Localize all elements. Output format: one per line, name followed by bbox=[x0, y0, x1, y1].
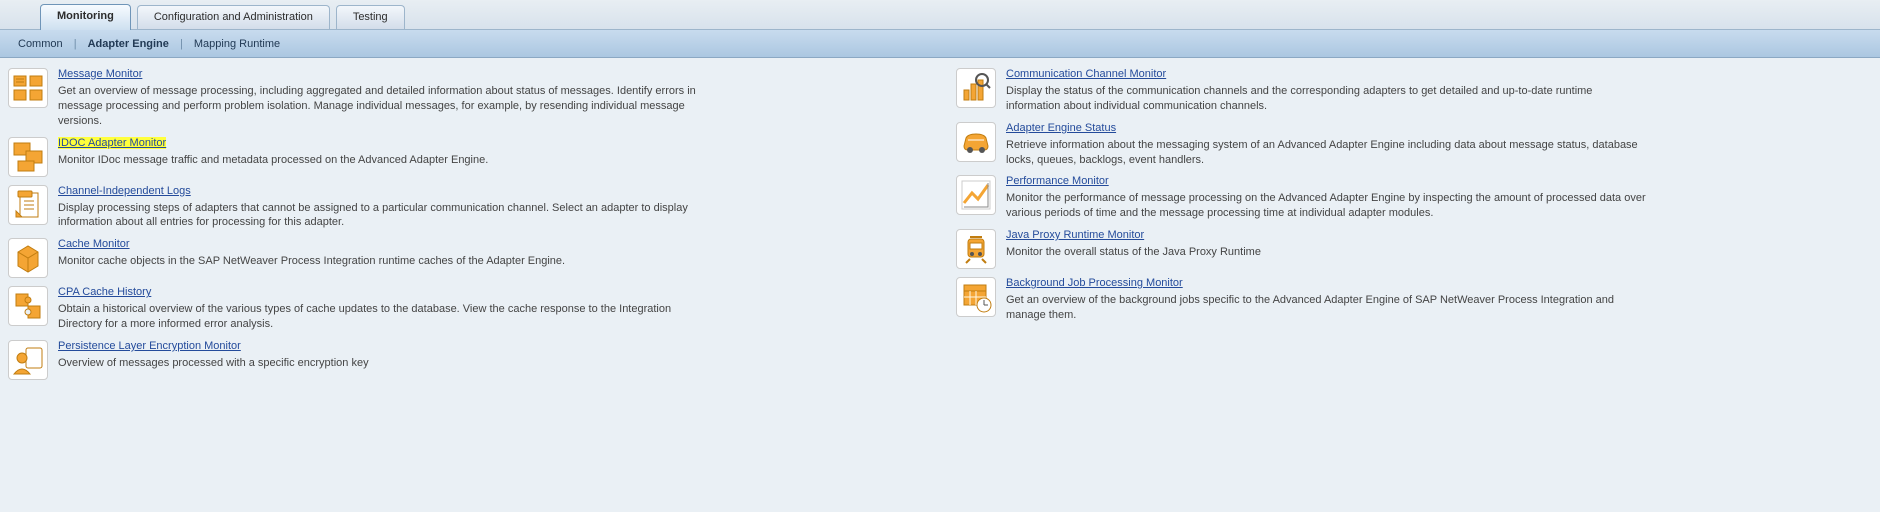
divider: | bbox=[180, 38, 183, 50]
linechart-icon bbox=[956, 175, 996, 215]
tab-config-admin[interactable]: Configuration and Administration bbox=[137, 5, 330, 29]
entry-description: Retrieve information about the messaging… bbox=[1006, 138, 1646, 168]
monitor-entry: Message Monitor Get an overview of messag… bbox=[8, 68, 924, 129]
entry-description: Monitor cache objects in the SAP NetWeav… bbox=[58, 254, 698, 269]
entry-body: CPA Cache History Obtain a historical ove… bbox=[58, 286, 924, 332]
subtab-common[interactable]: Common bbox=[14, 38, 67, 50]
monitor-entry: Persistence Layer Encryption Monitor Over… bbox=[8, 340, 924, 380]
monitor-entry: IDOC Adapter Monitor Monitor IDoc message… bbox=[8, 137, 924, 177]
message-monitor-icon bbox=[8, 68, 48, 108]
entry-link[interactable]: Persistence Layer Encryption Monitor bbox=[58, 340, 241, 352]
entry-link[interactable]: Performance Monitor bbox=[1006, 175, 1109, 187]
entry-body: Background Job Processing Monitor Get an … bbox=[1006, 277, 1872, 323]
monitor-entry: CPA Cache History Obtain a historical ove… bbox=[8, 286, 924, 332]
monitor-entry: Java Proxy Runtime Monitor Monitor the ov… bbox=[956, 229, 1872, 269]
entry-description: Get an overview of the background jobs s… bbox=[1006, 293, 1646, 323]
sub-nav-bar: Common | Adapter Engine | Mapping Runtim… bbox=[0, 30, 1880, 58]
entry-description: Obtain a historical overview of the vari… bbox=[58, 302, 698, 332]
puzzle-icon bbox=[8, 286, 48, 326]
monitor-entry: Channel-Independent Logs Display processi… bbox=[8, 185, 924, 231]
entry-body: Adapter Engine Status Retrieve informatio… bbox=[1006, 122, 1872, 168]
entry-body: Performance Monitor Monitor the performan… bbox=[1006, 175, 1872, 221]
person-badge-icon bbox=[8, 340, 48, 380]
entry-description: Get an overview of message processing, i… bbox=[58, 84, 698, 129]
subtab-adapter-engine[interactable]: Adapter Engine bbox=[84, 38, 173, 50]
entry-link[interactable]: Message Monitor bbox=[58, 68, 142, 80]
monitor-entry: Background Job Processing Monitor Get an … bbox=[956, 277, 1872, 323]
entry-link[interactable]: IDOC Adapter Monitor bbox=[58, 137, 166, 149]
monitor-entry: Performance Monitor Monitor the performan… bbox=[956, 175, 1872, 221]
tab-testing[interactable]: Testing bbox=[336, 5, 405, 29]
entry-link[interactable]: Channel-Independent Logs bbox=[58, 185, 191, 197]
entry-body: Persistence Layer Encryption Monitor Over… bbox=[58, 340, 924, 380]
entry-body: Java Proxy Runtime Monitor Monitor the ov… bbox=[1006, 229, 1872, 269]
idoc-monitor-icon bbox=[8, 137, 48, 177]
entry-body: IDOC Adapter Monitor Monitor IDoc message… bbox=[58, 137, 924, 177]
tab-monitoring[interactable]: Monitoring bbox=[40, 4, 131, 30]
monitor-entry: Communication Channel Monitor Display the… bbox=[956, 68, 1872, 114]
right-column: Communication Channel Monitor Display the… bbox=[956, 68, 1872, 388]
entry-description: Display processing steps of adapters tha… bbox=[58, 201, 698, 231]
entry-link[interactable]: Adapter Engine Status bbox=[1006, 122, 1116, 134]
entry-description: Monitor IDoc message traffic and metadat… bbox=[58, 153, 698, 168]
left-column: Message Monitor Get an overview of messag… bbox=[8, 68, 924, 388]
tram-icon bbox=[956, 229, 996, 269]
divider: | bbox=[74, 38, 77, 50]
entry-link[interactable]: Background Job Processing Monitor bbox=[1006, 277, 1183, 289]
entry-description: Display the status of the communication … bbox=[1006, 84, 1646, 114]
entry-body: Channel-Independent Logs Display processi… bbox=[58, 185, 924, 231]
entry-body: Message Monitor Get an overview of messag… bbox=[58, 68, 924, 129]
monitor-entry: Cache Monitor Monitor cache objects in th… bbox=[8, 238, 924, 278]
entry-link[interactable]: CPA Cache History bbox=[58, 286, 151, 298]
entry-description: Monitor the performance of message proce… bbox=[1006, 191, 1646, 221]
entry-body: Cache Monitor Monitor cache objects in th… bbox=[58, 238, 924, 278]
car-icon bbox=[956, 122, 996, 162]
entry-description: Monitor the overall status of the Java P… bbox=[1006, 245, 1646, 260]
monitor-entry: Adapter Engine Status Retrieve informatio… bbox=[956, 122, 1872, 168]
box-icon bbox=[8, 238, 48, 278]
subtab-mapping-runtime[interactable]: Mapping Runtime bbox=[190, 38, 284, 50]
clipboard-icon bbox=[8, 185, 48, 225]
barchart-magnifier-icon bbox=[956, 68, 996, 108]
primary-tab-bar: Monitoring Configuration and Administrat… bbox=[0, 0, 1880, 30]
entry-link[interactable]: Communication Channel Monitor bbox=[1006, 68, 1166, 80]
entry-description: Overview of messages processed with a sp… bbox=[58, 356, 698, 371]
entry-body: Communication Channel Monitor Display the… bbox=[1006, 68, 1872, 114]
calendar-clock-icon bbox=[956, 277, 996, 317]
entry-link[interactable]: Cache Monitor bbox=[58, 238, 130, 250]
entry-link[interactable]: Java Proxy Runtime Monitor bbox=[1006, 229, 1144, 241]
content-area: Message Monitor Get an overview of messag… bbox=[0, 58, 1880, 398]
